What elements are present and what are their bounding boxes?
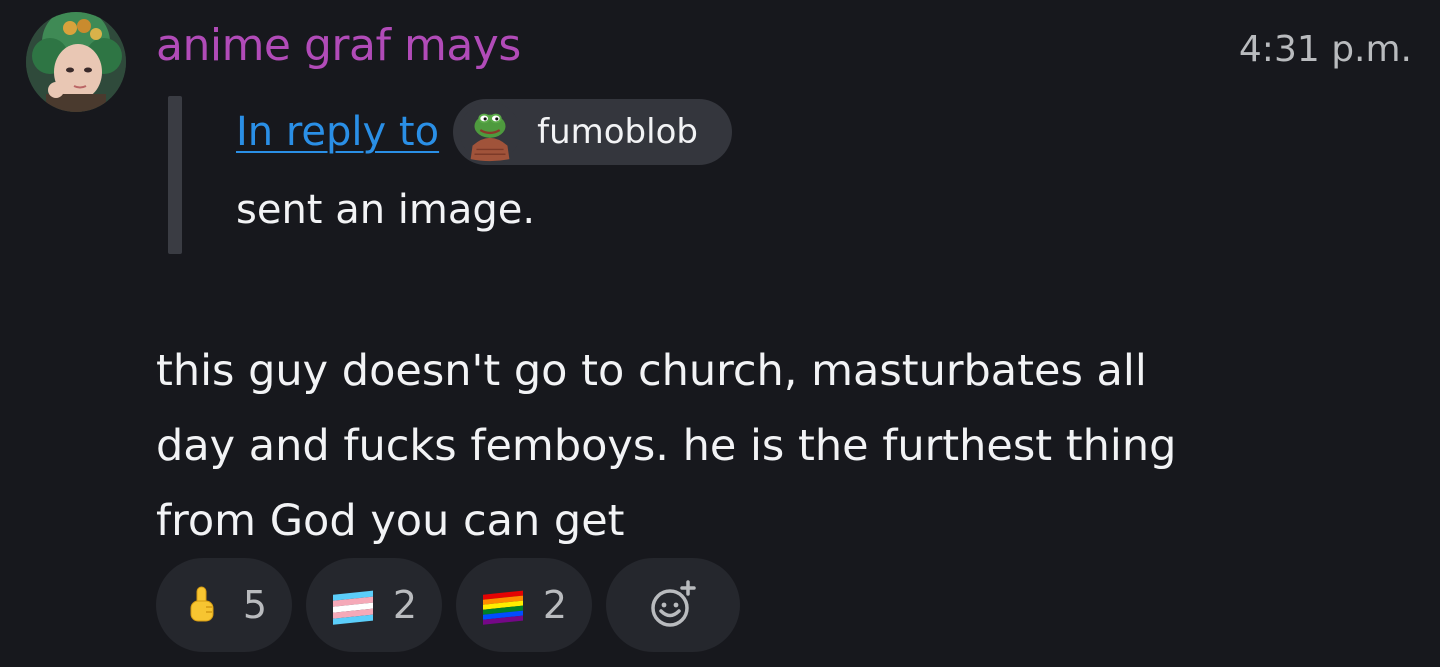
reaction-count: 2 <box>542 583 568 627</box>
message-body: this guy doesn't go to church, masturbat… <box>156 334 1316 559</box>
reaction-rainbow-flag[interactable]: 2 <box>456 558 592 652</box>
reply-header: In reply to fumoblob <box>236 98 732 166</box>
author-avatar-image <box>26 12 126 112</box>
add-reaction-button[interactable] <box>606 558 740 652</box>
in-reply-to-link[interactable]: In reply to <box>236 109 439 155</box>
add-reaction-icon <box>651 580 696 627</box>
reply-preview-text[interactable]: sent an image. <box>236 182 535 238</box>
message-line: this guy doesn't go to church, masturbat… <box>156 346 1147 396</box>
reaction-count: 5 <box>242 583 268 627</box>
mention-username: fumoblob <box>537 112 698 152</box>
reply-quote-bar <box>168 96 182 254</box>
reaction-pointing-up[interactable]: 5 <box>156 558 292 652</box>
author-name[interactable]: anime graf mays <box>156 16 521 76</box>
transgender-flag-emoji-icon <box>332 590 373 625</box>
reaction-count: 2 <box>392 583 418 627</box>
message-timestamp: 4:31 p.m. <box>1238 29 1412 70</box>
user-mention-chip[interactable]: fumoblob <box>453 99 732 165</box>
reaction-transgender-flag[interactable]: 2 <box>306 558 442 652</box>
reactions-bar: 5 2 2 <box>156 558 740 652</box>
pointing-up-emoji-icon <box>190 586 214 622</box>
chat-message: anime graf mays 4:31 p.m. In reply to fu… <box>0 0 1440 667</box>
pepe-avatar-icon <box>460 101 521 163</box>
message-line: from God you can get <box>156 496 625 546</box>
message-line: day and fucks femboys. he is the furthes… <box>156 421 1177 471</box>
rainbow-flag-emoji-icon <box>482 590 523 625</box>
author-avatar[interactable] <box>26 12 126 112</box>
